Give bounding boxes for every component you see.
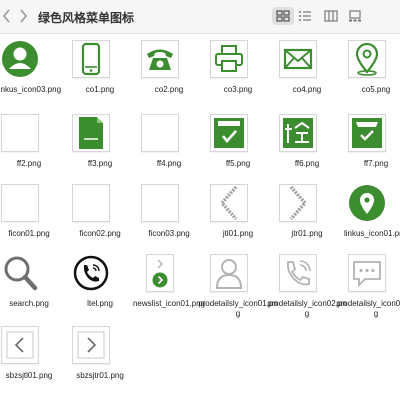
magnifier-icon [4, 256, 38, 291]
file-thumbnail [348, 40, 386, 78]
file-thumbnail [72, 254, 110, 292]
file-name: co5.png [361, 85, 391, 94]
file-thumbnail [146, 254, 174, 292]
mobile-phone-icon [81, 42, 101, 76]
file-thumbnail [279, 254, 317, 292]
checked-box-icon [214, 118, 244, 148]
file-thumbnail [72, 326, 110, 364]
file-thumbnail [1, 254, 39, 292]
file-thumbnail [72, 40, 110, 78]
file-thumbnail [210, 40, 248, 78]
person-circle-icon [2, 41, 38, 77]
location-circle-icon [349, 185, 385, 221]
file-thumbnail [348, 114, 386, 152]
boxed-chevron-right-icon [77, 331, 105, 359]
envelope-icon [283, 48, 313, 70]
phone-circle-icon [73, 255, 109, 291]
icon-view-button[interactable] [272, 7, 294, 25]
file-name: linkus_icon01.png [343, 229, 400, 238]
printer-icon [215, 45, 243, 72]
file-thumbnail [141, 114, 179, 152]
file-grid: linkus_icon03.png co1.png co2.png co3.pn… [0, 34, 400, 403]
file-thumbnail [210, 114, 248, 152]
back-button[interactable] [0, 8, 14, 24]
file-thumbnail [72, 114, 110, 152]
file-thumbnail [279, 184, 317, 222]
forward-button[interactable] [16, 8, 30, 24]
gallery-view-button[interactable] [344, 7, 366, 25]
telephone-icon [147, 49, 173, 70]
file-thumbnail [72, 184, 110, 222]
arrow-circle-icon [152, 259, 168, 288]
boxed-chevron-left-icon [6, 331, 34, 359]
user-outline-icon [215, 259, 243, 289]
file-thumbnail [279, 114, 317, 152]
dotted-chevron-left-icon [219, 185, 238, 221]
file-thumbnail [279, 40, 317, 78]
checked-tray-icon [352, 118, 382, 148]
file-thumbnail [1, 40, 39, 78]
file-thumbnail [348, 254, 386, 292]
file-name: prodetailsly_icon03.png [336, 299, 400, 318]
column-view-icon [324, 10, 338, 22]
file-thumbnail [1, 114, 39, 152]
column-view-button[interactable] [320, 7, 342, 25]
file-thumbnail [1, 184, 39, 222]
file-thumbnail [210, 184, 248, 222]
file-thumbnail [141, 40, 179, 78]
location-pin-icon [355, 42, 379, 76]
chevron-right-icon [20, 9, 28, 23]
file-thumbnail [141, 184, 179, 222]
file-thumbnail [348, 184, 386, 222]
file-name: ff7.png [363, 159, 389, 168]
finder-toolbar: 绿色风格菜单图标 [0, 0, 400, 34]
gallery-view-icon [349, 10, 361, 22]
file-thumbnail [1, 326, 39, 364]
chat-bubble-icon [353, 261, 381, 288]
list-view-icon [299, 11, 311, 21]
inspection-badge-icon [283, 118, 313, 148]
file-thumbnail [210, 254, 248, 292]
grid-view-icon [276, 10, 290, 22]
phone-outline-icon [286, 260, 311, 286]
chevron-left-icon [2, 9, 10, 23]
file-name: sbzsjtr01.png [76, 371, 124, 380]
list-view-button[interactable] [294, 7, 316, 25]
window-title: 绿色风格菜单图标 [38, 11, 135, 25]
document-icon [79, 117, 103, 149]
dotted-chevron-right-icon [289, 185, 308, 221]
